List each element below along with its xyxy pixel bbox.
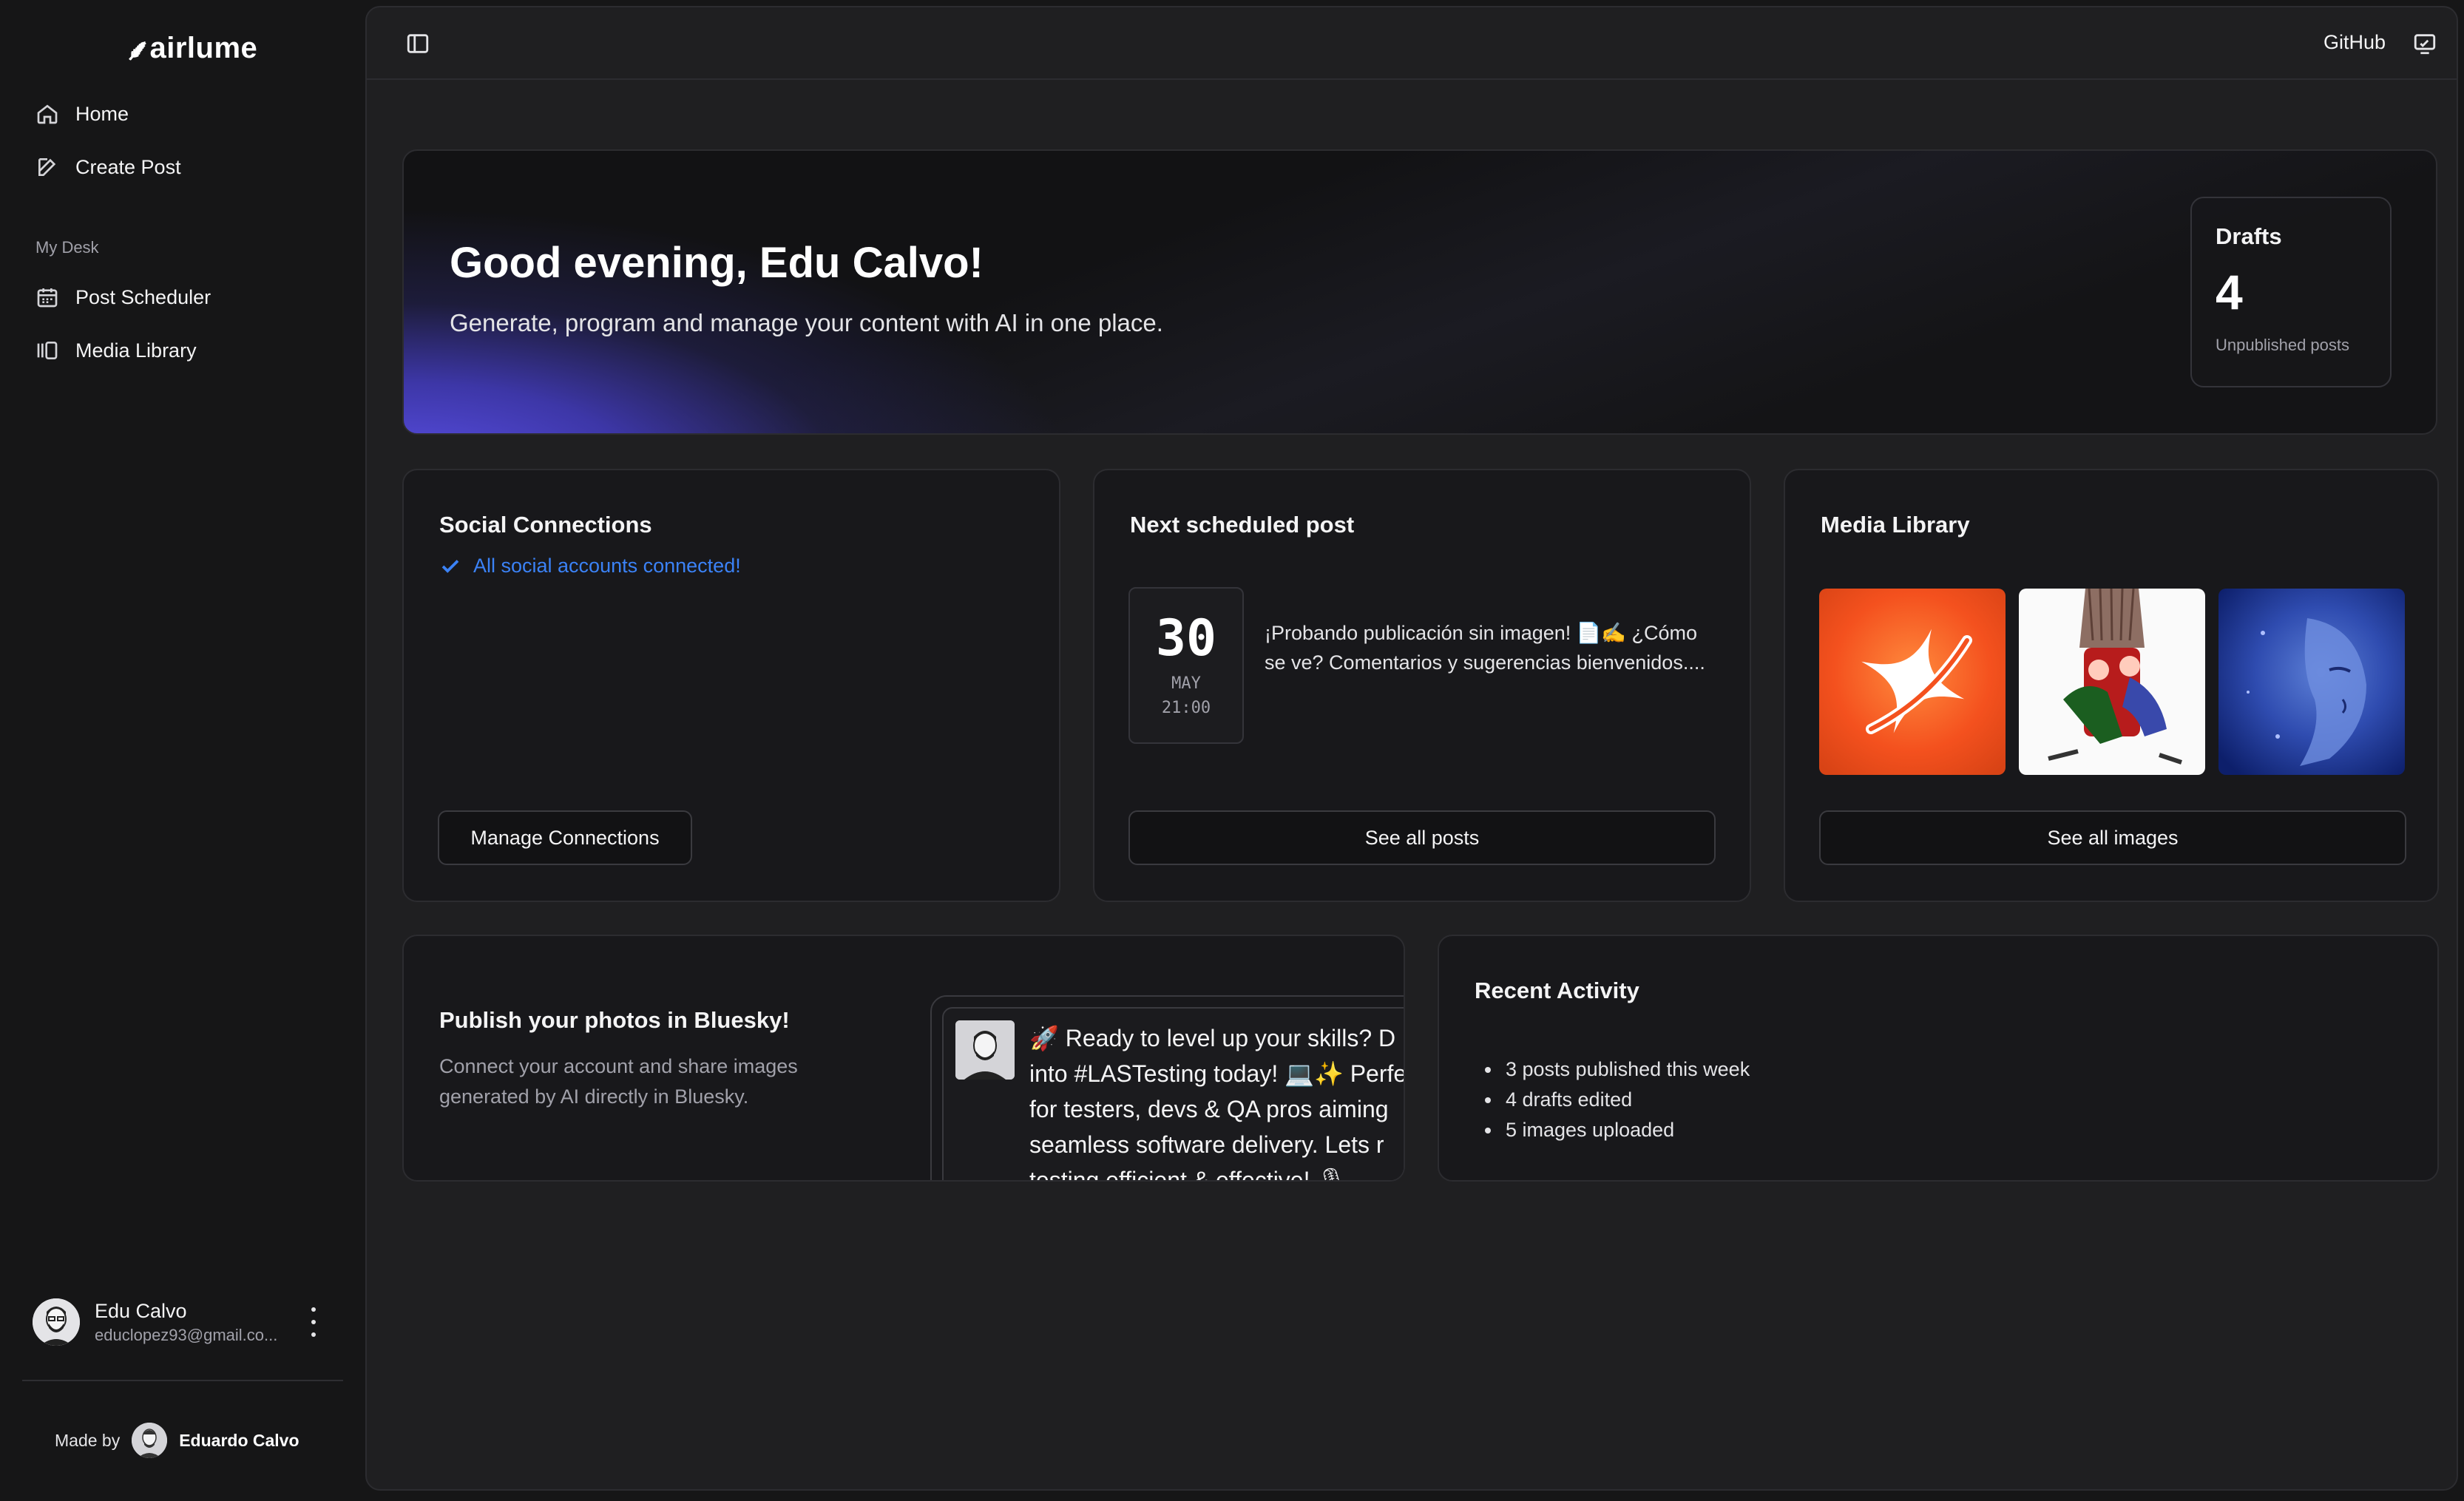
sidebar-divider (22, 1380, 343, 1381)
check-icon (441, 559, 459, 573)
home-icon (37, 104, 58, 124)
bluesky-post-text: 🚀 Ready to level up your skills? D into … (1029, 1025, 1405, 1182)
sidebar-item-post-scheduler[interactable]: Post Scheduler (34, 277, 345, 318)
post-preview[interactable]: ¡Probando publicación sin imagen! 📄✍️ ¿C… (1265, 618, 1723, 677)
scheduled-date: 30 MAY 21:00 (1128, 587, 1244, 744)
sidebar: ⸙ airlume Home Create Post My Desk Post … (0, 0, 365, 1501)
monitor-icon[interactable] (2412, 31, 2437, 56)
sidebar-item-label: Post Scheduler (75, 285, 211, 308)
sidebar-item-media-library[interactable]: Media Library (34, 330, 345, 371)
bluesky-subtitle: Connect your account and share images ge… (439, 1055, 798, 1108)
list-item: 3 posts published this week (1485, 1054, 1750, 1085)
user-name: Edu Calvo (95, 1299, 187, 1322)
card-title: Recent Activity (1475, 977, 1639, 1003)
sidebar-item-label: Home (75, 102, 129, 125)
page-subtitle: Generate, program and manage your conten… (450, 309, 1163, 336)
media-thumbnail[interactable] (1819, 589, 2006, 775)
more-options-icon[interactable] (305, 1307, 322, 1337)
made-by-author: Eduardo Calvo (179, 1430, 299, 1450)
media-library-card: Media Library See all images (1784, 469, 2439, 902)
app-logo[interactable]: ⸙ airlume (124, 28, 257, 69)
made-by-credit[interactable]: Made by Eduardo Calvo (55, 1423, 299, 1458)
scheduled-month: MAY (1171, 674, 1201, 693)
edit-icon (38, 158, 56, 176)
user-avatar-image (33, 1298, 80, 1346)
drafts-count: 4 (2216, 265, 2243, 319)
media-thumbnail[interactable] (2019, 589, 2205, 775)
page-title: Good evening, Edu Calvo! (450, 239, 984, 287)
drafts-title: Drafts (2216, 223, 2282, 249)
list-item: 5 images uploaded (1485, 1115, 1750, 1145)
social-connections-card: Social Connections All social accounts c… (402, 469, 1060, 902)
scheduled-time: 21:00 (1161, 699, 1211, 717)
calendar-icon (37, 288, 58, 308)
bluesky-post: 🚀 Ready to level up your skills? D into … (942, 1007, 1405, 1182)
avatar (33, 1298, 80, 1346)
user-menu[interactable]: Edu Calvo educlopez93@gmail.co... (33, 1294, 336, 1350)
made-by-prefix: Made by (55, 1430, 121, 1450)
feather-icon: ⸙ (124, 34, 147, 67)
github-link[interactable]: GitHub (2323, 31, 2386, 54)
sidebar-item-home[interactable]: Home (34, 93, 345, 135)
connection-status: All social accounts connected! (439, 555, 741, 577)
card-title: Social Connections (439, 512, 652, 538)
list-item: 4 drafts edited (1485, 1085, 1750, 1115)
scheduled-day: 30 (1156, 609, 1216, 668)
topbar: GitHub (367, 7, 2457, 80)
card-title: Media Library (1821, 512, 1970, 538)
drafts-card[interactable]: Drafts 4 Unpublished posts (2190, 197, 2392, 387)
author-avatar (132, 1423, 168, 1458)
sidebar-item-label: Media Library (75, 339, 197, 362)
bluesky-post-preview: 🚀 Ready to level up your skills? D into … (930, 995, 1405, 1182)
recent-activity-card: Recent Activity 3 posts published this w… (1438, 935, 2439, 1182)
welcome-banner: Good evening, Edu Calvo! Generate, progr… (402, 149, 2437, 435)
library-icon (37, 342, 58, 359)
media-thumbnails (1819, 589, 2405, 775)
sidebar-item-label: Create Post (75, 155, 181, 178)
connection-status-text: All social accounts connected! (473, 555, 741, 577)
see-all-posts-button[interactable]: See all posts (1128, 810, 1716, 865)
bluesky-title: Publish your photos in Bluesky! (439, 1007, 790, 1033)
manage-connections-button[interactable]: Manage Connections (438, 810, 692, 865)
avatar (955, 1020, 1015, 1080)
drafts-label: Unpublished posts (2216, 336, 2350, 354)
sidebar-item-create-post[interactable]: Create Post (34, 146, 345, 188)
sidebar-toggle-icon[interactable] (405, 31, 430, 56)
sidebar-section-label: My Desk (35, 238, 99, 257)
card-title: Next scheduled post (1130, 512, 1355, 538)
bluesky-promo-card: Publish your photos in Bluesky! Connect … (402, 935, 1405, 1182)
app-logo-text: airlume (149, 32, 258, 64)
user-email: educlopez93@gmail.co... (95, 1325, 278, 1344)
activity-list: 3 posts published this week 4 drafts edi… (1485, 1054, 1750, 1145)
main-panel: GitHub Good evening, Edu Calvo! Generate… (365, 6, 2458, 1491)
media-thumbnail[interactable] (2218, 589, 2405, 775)
next-scheduled-post-card: Next scheduled post 30 MAY 21:00 ¡Proban… (1093, 469, 1751, 902)
see-all-images-button[interactable]: See all images (1819, 810, 2406, 865)
